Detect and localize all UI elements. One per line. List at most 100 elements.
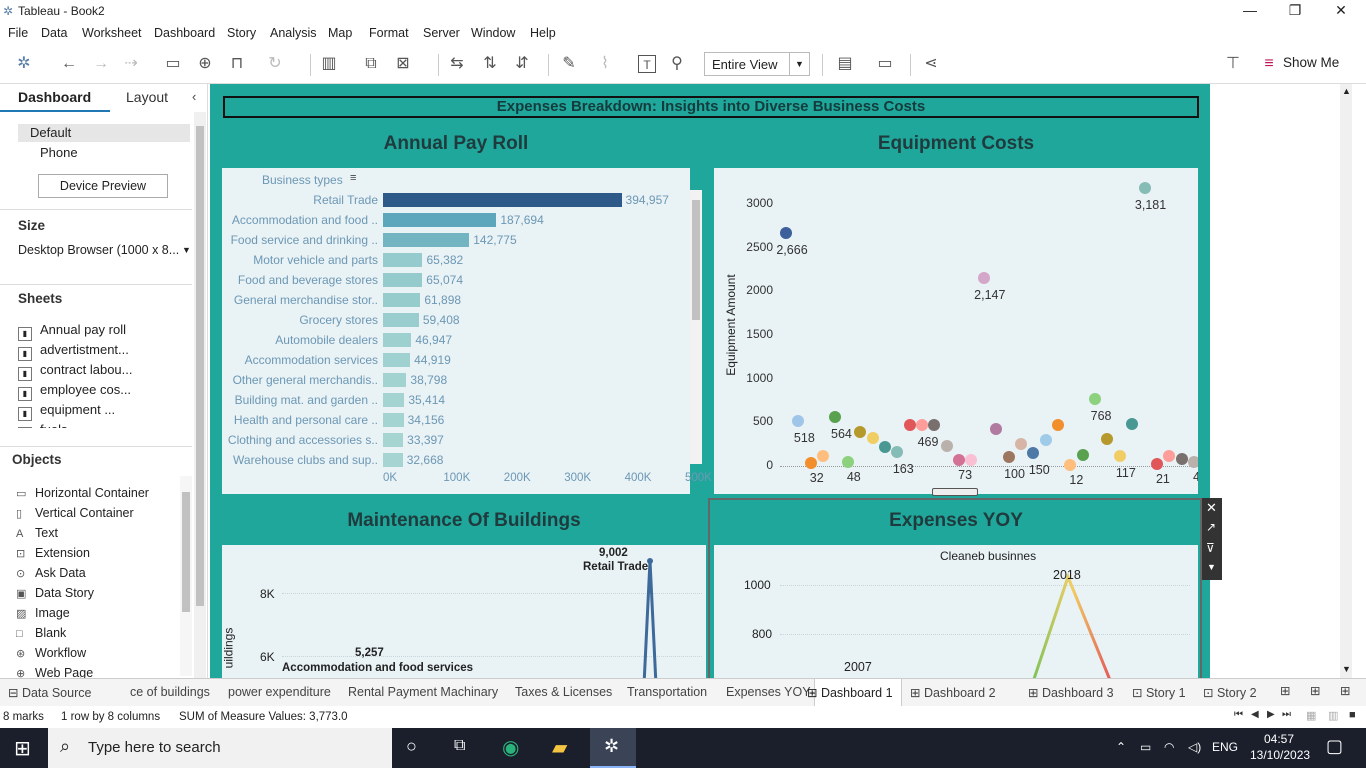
scatter-point[interactable] xyxy=(916,419,928,432)
bar-mark[interactable] xyxy=(383,213,497,227)
volume-icon[interactable]: ◁) xyxy=(1188,740,1201,754)
more-options-icon[interactable]: ▼ xyxy=(1207,562,1216,572)
menu-server[interactable]: Server xyxy=(423,26,460,40)
bar-mark[interactable] xyxy=(383,373,407,387)
bar-mark[interactable] xyxy=(383,453,403,467)
bar-row[interactable]: Food service and drinking .. 142,775 xyxy=(222,230,702,250)
cortana-icon[interactable]: ○ xyxy=(406,736,417,757)
scatter-point[interactable] xyxy=(953,453,966,466)
show-me-icon[interactable]: ≡ xyxy=(1260,55,1278,73)
scatter-point[interactable] xyxy=(965,453,978,466)
scatter-point[interactable] xyxy=(1002,451,1015,464)
tab-dashboard[interactable]: Dashboard xyxy=(18,89,91,105)
bar-mark[interactable] xyxy=(383,293,421,307)
sheet-tab[interactable]: ⊞ Dashboard 2 xyxy=(910,685,996,700)
menu-map[interactable]: Map xyxy=(328,26,352,40)
sheet-item[interactable]: ▮ Annual pay roll xyxy=(18,322,126,341)
sheet-item[interactable]: ▮ advertistment... xyxy=(18,342,129,361)
left-scrollbar[interactable] xyxy=(194,112,206,678)
scatter-point[interactable] xyxy=(1126,418,1139,431)
notification-icon[interactable]: ▢ xyxy=(1326,736,1343,757)
sheet-item[interactable]: ▮ equipment ... xyxy=(18,402,115,421)
sheet-tab[interactable]: ⊞ Dashboard 1 xyxy=(807,679,902,707)
tabs-view-icon[interactable]: ■ xyxy=(1349,709,1356,721)
bar-row[interactable]: General merchandise stor.. 61,898 xyxy=(222,290,702,310)
scatter-point[interactable] xyxy=(841,455,854,468)
scatter-point[interactable] xyxy=(1076,448,1089,461)
maximize-button[interactable]: ❐ xyxy=(1272,2,1318,19)
group-icon[interactable]: ⌇ xyxy=(596,55,614,73)
object-item[interactable]: ▭ Horizontal Container xyxy=(16,486,149,500)
battery-icon[interactable]: ▭ xyxy=(1140,740,1151,754)
bar-row[interactable]: Automobile dealers 46,947 xyxy=(222,330,702,350)
filter-icon[interactable]: ⊽ xyxy=(1206,541,1215,555)
bar-row[interactable]: Warehouse clubs and sup.. 32,668 xyxy=(222,450,702,470)
sheet-item[interactable]: ▮ employee cos... xyxy=(18,382,131,401)
bar-mark[interactable] xyxy=(383,433,404,447)
menu-window[interactable]: Window xyxy=(471,26,515,40)
scatter-point[interactable] xyxy=(829,410,842,423)
sheet-tab[interactable]: power expenditure xyxy=(228,685,331,699)
scatter-point[interactable] xyxy=(1188,456,1198,469)
scatter-point[interactable] xyxy=(780,227,792,240)
format-painter-icon[interactable]: ⊤ xyxy=(1224,55,1242,73)
scatter-point[interactable] xyxy=(928,419,941,432)
menu-worksheet[interactable]: Worksheet xyxy=(82,26,142,40)
scatter-point[interactable] xyxy=(1138,182,1151,195)
swap-icon[interactable]: ⇆ xyxy=(448,55,466,73)
new-story-tab-icon[interactable]: ⊞ xyxy=(1340,683,1350,698)
clock-date[interactable]: 13/10/2023 xyxy=(1250,748,1310,762)
bar-row[interactable]: Food and beverage stores 65,074 xyxy=(222,270,702,290)
sheet-item[interactable]: ▮ fuels xyxy=(18,422,67,428)
new-datasource-icon[interactable]: ⊕ xyxy=(196,55,214,73)
sheet-tab[interactable]: Taxes & Licenses xyxy=(515,685,612,699)
object-item[interactable]: A Text xyxy=(16,526,58,540)
bar-mark[interactable] xyxy=(383,393,405,407)
share-icon[interactable]: ⋖ xyxy=(922,55,940,73)
device-preview-button[interactable]: Device Preview xyxy=(38,174,168,198)
chevron-down-icon[interactable]: ▼ xyxy=(182,245,191,255)
business-types-header[interactable]: Business types xyxy=(262,173,343,187)
tray-chevron-icon[interactable]: ⌃ xyxy=(1116,740,1126,754)
menu-format[interactable]: Format xyxy=(369,26,409,40)
bar-row[interactable]: Health and personal care .. 34,156 xyxy=(222,410,702,430)
bar-mark[interactable] xyxy=(383,193,622,207)
sheet-tab[interactable]: ⊟ Data Source xyxy=(8,685,91,700)
scatter-point[interactable] xyxy=(903,419,916,432)
object-item[interactable]: ▣ Data Story xyxy=(16,586,94,600)
menu-help[interactable]: Help xyxy=(530,26,556,40)
nav-prev-icon[interactable]: ◀ xyxy=(1251,709,1259,720)
highlight-icon[interactable]: ✎ xyxy=(560,55,578,73)
file-explorer-icon[interactable]: ▰ xyxy=(552,735,567,760)
menu-story[interactable]: Story xyxy=(227,26,256,40)
scatter-point[interactable] xyxy=(1163,449,1176,462)
object-item[interactable]: ⊙ Ask Data xyxy=(16,566,86,580)
new-dashboard-tab-icon[interactable]: ⊞ xyxy=(1310,683,1320,698)
grid-view-icon[interactable]: ▦ xyxy=(1306,709,1316,722)
minimize-button[interactable]: — xyxy=(1227,2,1273,18)
task-view-icon[interactable]: ⧉ xyxy=(454,737,465,755)
sheet-tab[interactable]: ⊡ Story 1 xyxy=(1132,685,1186,700)
scatter-point[interactable] xyxy=(792,414,805,427)
scatter-point[interactable] xyxy=(940,439,953,452)
show-me-button[interactable]: Show Me xyxy=(1283,55,1339,70)
scatter-point[interactable] xyxy=(1101,432,1114,445)
object-item[interactable]: ⊡ Extension xyxy=(16,546,90,560)
sheet-tab[interactable]: ⊞ Dashboard 3 xyxy=(1028,685,1114,700)
menu-dashboard[interactable]: Dashboard xyxy=(154,26,215,40)
fit-dropdown[interactable]: Entire View ▼ xyxy=(704,52,810,76)
bar-row[interactable]: Other general merchandis.. 38,798 xyxy=(222,370,702,390)
duplicate-icon[interactable]: ⧉ xyxy=(362,55,380,73)
bar-mark[interactable] xyxy=(383,273,423,287)
tab-layout[interactable]: Layout xyxy=(126,89,168,105)
object-item[interactable]: ⊕ Web Page xyxy=(16,666,93,678)
tableau-taskbar-button[interactable]: ✲ xyxy=(590,728,636,768)
bar-mark[interactable] xyxy=(383,353,411,367)
go-to-sheet-icon[interactable]: ↗ xyxy=(1206,520,1216,534)
presentation-icon[interactable]: ▭ xyxy=(876,55,894,73)
device-default[interactable]: Default xyxy=(30,125,71,140)
bar-mark[interactable] xyxy=(383,313,419,327)
scatter-point[interactable] xyxy=(1113,449,1126,462)
object-item[interactable]: ⊛ Workflow xyxy=(16,646,86,660)
scatter-point[interactable] xyxy=(990,423,1003,436)
